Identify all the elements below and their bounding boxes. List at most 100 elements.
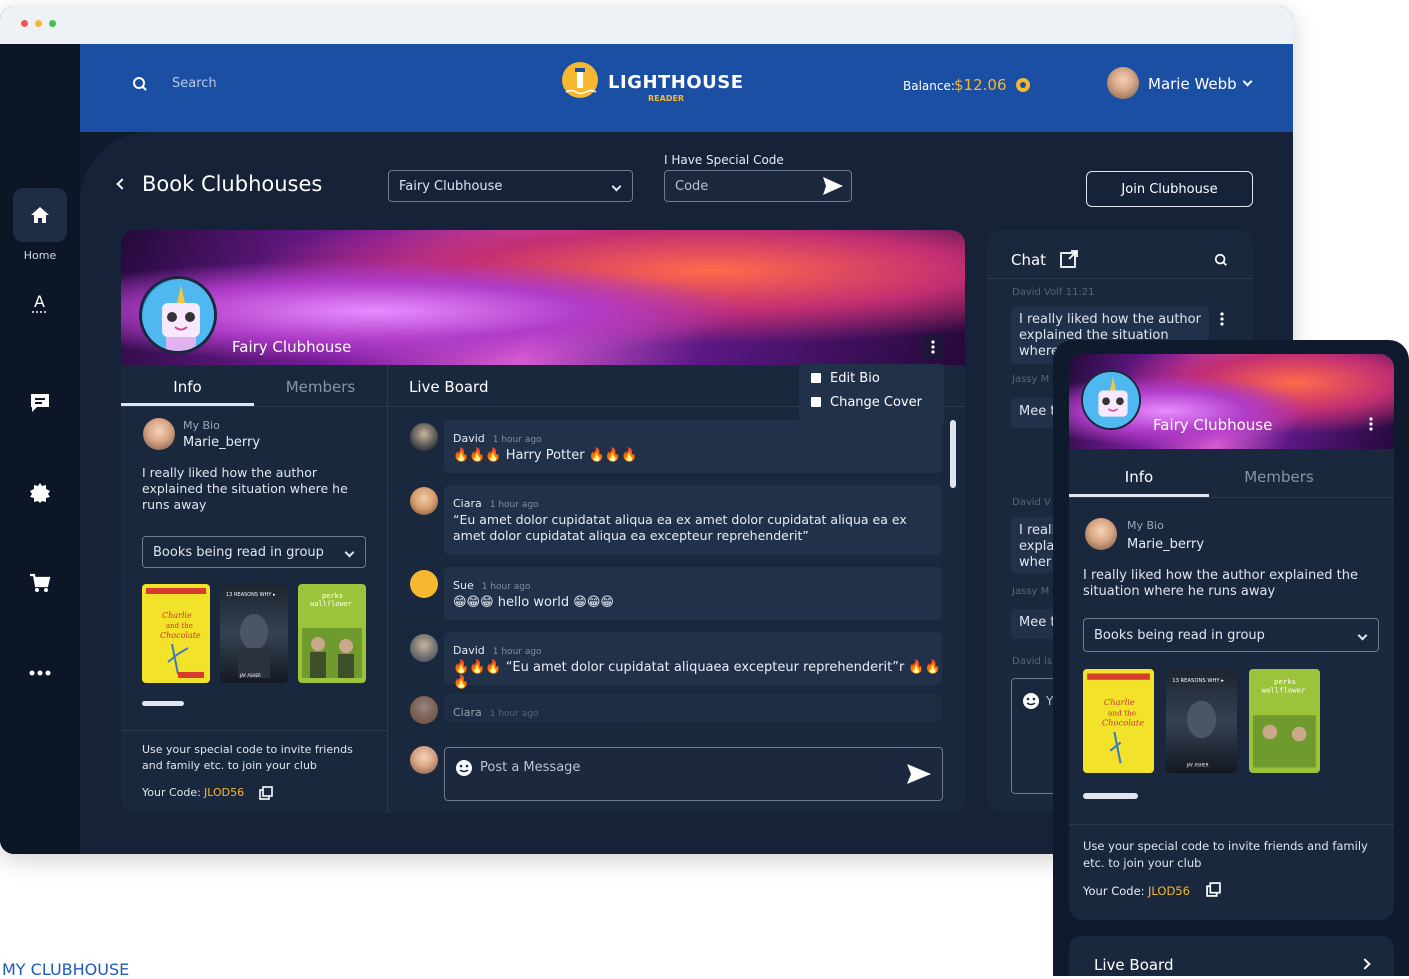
svg-text:Charlie: Charlie	[162, 611, 192, 620]
emoji-icon[interactable]	[1022, 692, 1040, 714]
sidebar-item-settings[interactable]	[13, 466, 67, 520]
lighthouse-logo-icon	[562, 62, 598, 98]
mobile-books-select[interactable]: Books being read in group	[1083, 618, 1379, 652]
chat-meta: Jassy M	[1012, 374, 1050, 385]
clubhouse-select[interactable]: Fairy Clubhouse	[388, 170, 633, 202]
maximize-dot[interactable]	[49, 20, 56, 27]
mobile-books-scrollbar[interactable]	[1083, 793, 1138, 799]
message-time: 1 hour ago	[492, 435, 542, 445]
tab-members[interactable]: Members	[254, 378, 387, 396]
top-bar: Search LIGHTHOUSE READER Balance: $12.06…	[80, 44, 1293, 132]
tab-info[interactable]: Info	[121, 378, 254, 396]
close-dot[interactable]	[21, 20, 28, 27]
logo-subtitle: READER	[648, 94, 685, 103]
chevron-down-icon	[1357, 630, 1368, 641]
menu-change-cover[interactable]: Change Cover	[830, 395, 922, 410]
svg-text:wallflower: wallflower	[1262, 685, 1307, 694]
chat-icon	[31, 394, 49, 412]
mobile-book-cover-1[interactable]: Charlie and the Chocolate	[1083, 669, 1154, 773]
mobile-club-card: Fairy Clubhouse Info Members My Bio Mari…	[1069, 354, 1394, 920]
message-text: “Eu amet dolor cupidatat aliqua ea ex am…	[453, 512, 907, 543]
message-time: 1 hour ago	[489, 709, 539, 719]
external-link-icon[interactable]	[1060, 250, 1078, 272]
section-caption: MY CLUBHOUSE	[2, 960, 130, 979]
mobile-tab-members[interactable]: Members	[1209, 468, 1349, 486]
club-avatar	[139, 276, 217, 354]
board-scrollbar[interactable]	[950, 420, 956, 488]
message-avatar	[410, 487, 438, 515]
books-select[interactable]: Books being read in group	[142, 536, 366, 568]
sidebar: Home A	[0, 44, 80, 854]
book-cover-1[interactable]: Charlie and the Chocolate	[142, 584, 210, 683]
user-name[interactable]: Marie Webb	[1148, 75, 1237, 93]
search-input[interactable]: Search	[172, 76, 217, 91]
svg-text:13 REASONS WHY ▸: 13 REASONS WHY ▸	[1172, 678, 1224, 684]
menu-edit-bio[interactable]: Edit Bio	[830, 371, 880, 386]
mobile-book-cover-3[interactable]: perks wallflower	[1249, 669, 1320, 773]
sidebar-home-label: Home	[23, 249, 57, 262]
books-select-value: Books being read in group	[153, 544, 324, 560]
mobile-live-board-label: Live Board	[1094, 956, 1174, 974]
mobile-tab-info[interactable]: Info	[1069, 468, 1209, 486]
sidebar-item-store[interactable]	[13, 556, 67, 610]
mobile-bio-text: I really liked how the author explained …	[1083, 568, 1358, 599]
chat-title: Chat	[1011, 251, 1047, 269]
sidebar-item-translate[interactable]: A	[13, 276, 67, 330]
mobile-live-board-row[interactable]: Live Board	[1069, 936, 1394, 976]
post-message-placeholder: Post a Message	[480, 760, 581, 775]
book-cover-2[interactable]: 13 REASONS WHY ▸ JAY ASHER	[220, 584, 288, 683]
mobile-invite-divider	[1069, 824, 1394, 825]
special-code-label: I Have Special Code	[664, 153, 784, 167]
more-dots-icon	[29, 670, 51, 676]
mobile-book-cover-2[interactable]: 13 REASONS WHY ▸ JAY ASHER	[1166, 669, 1237, 773]
kebab-menu-icon	[931, 340, 935, 354]
bio-avatar	[143, 418, 175, 450]
club-menu-button[interactable]	[922, 334, 944, 360]
svg-text:Chocolate: Chocolate	[1102, 718, 1144, 728]
message-author: Ciara	[453, 497, 482, 510]
svg-text:JAY ASHER: JAY ASHER	[1186, 762, 1209, 767]
svg-text:JAY ASHER: JAY ASHER	[239, 673, 261, 678]
svg-text:and the: and the	[166, 622, 193, 630]
message-item: Ciara 1 hour ago	[444, 694, 942, 722]
live-board-title: Live Board	[409, 378, 489, 396]
bio-user: Marie_berry	[183, 435, 261, 450]
invite-divider	[121, 730, 388, 731]
svg-text:Chocolate: Chocolate	[160, 631, 201, 640]
copy-icon[interactable]	[259, 785, 273, 804]
message-avatar	[410, 423, 438, 451]
sidebar-item-home[interactable]	[13, 188, 67, 242]
mobile-kebab-menu-icon[interactable]	[1369, 416, 1373, 435]
books-scrollbar[interactable]	[142, 701, 184, 706]
message-time: 1 hour ago	[489, 500, 539, 510]
mobile-view: Fairy Clubhouse Info Members My Bio Mari…	[1053, 340, 1409, 976]
chevron-right-icon	[1359, 958, 1371, 970]
sidebar-item-messages[interactable]	[13, 376, 67, 430]
join-clubhouse-button[interactable]: Join Clubhouse	[1086, 171, 1253, 207]
gear-icon	[30, 483, 50, 503]
message-avatar	[410, 696, 438, 724]
user-avatar[interactable]	[1107, 67, 1139, 99]
mobile-code-label: Your Code:	[1083, 884, 1145, 898]
chat-search-icon[interactable]	[1214, 252, 1228, 271]
send-code-icon[interactable]	[823, 177, 843, 199]
composer-avatar	[410, 746, 438, 774]
message-author: David	[453, 644, 485, 657]
sidebar-item-more[interactable]	[13, 646, 67, 700]
club-name: Fairy Clubhouse	[232, 338, 352, 356]
book-cover-3[interactable]: perks wallflower	[298, 584, 366, 683]
minimize-dot[interactable]	[35, 20, 42, 27]
user-menu-chevron-icon[interactable]	[1242, 76, 1253, 87]
code-label: Your Code:	[142, 786, 201, 799]
message-avatar	[410, 570, 438, 598]
post-message-input[interactable]: Post a Message	[444, 747, 943, 801]
send-icon[interactable]	[907, 764, 931, 788]
font-letter-icon: A	[32, 292, 48, 313]
emoji-icon[interactable]	[455, 759, 473, 781]
chat-meta: Jassy M	[1012, 586, 1050, 597]
chat-message-menu-icon[interactable]	[1220, 311, 1224, 330]
mobile-copy-icon[interactable]	[1206, 882, 1221, 901]
message-item: David 1 hour ago 🔥🔥🔥 “Eu amet dolor cupid…	[444, 632, 942, 690]
search-icon[interactable]	[132, 76, 148, 96]
mobile-code-value: JLOD56	[1148, 884, 1190, 898]
